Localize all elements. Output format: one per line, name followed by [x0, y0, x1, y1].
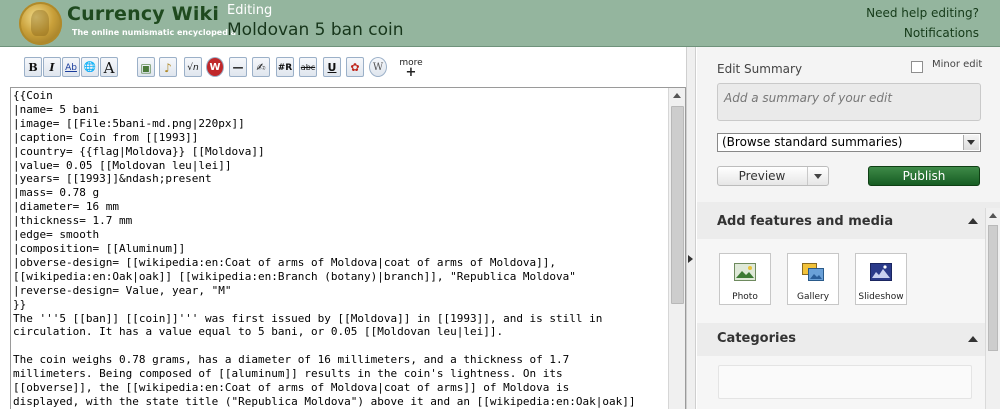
math-icon[interactable]: √n — [184, 57, 202, 77]
media-icon[interactable]: ♪ — [159, 57, 177, 77]
standard-summaries-select[interactable]: (Browse standard summaries) — [717, 133, 981, 152]
page-title[interactable]: Moldovan 5 ban coin — [227, 20, 404, 40]
wikipedia-icon[interactable]: W — [369, 57, 387, 77]
edit-summary-label: Edit Summary — [717, 62, 803, 76]
redirect-icon[interactable]: #R — [276, 57, 294, 77]
minor-edit-checkbox[interactable] — [911, 61, 923, 73]
site-tagline: The online numismatic encyclopedia — [72, 28, 237, 37]
standard-summaries-value: (Browse standard summaries) — [722, 135, 903, 149]
signature-icon[interactable]: ✍ — [252, 57, 270, 77]
photo-label: Photo — [732, 292, 758, 302]
side-panel-scrollbar[interactable] — [985, 208, 1000, 409]
preview-label: Preview — [738, 169, 786, 183]
panel-splitter[interactable] — [686, 47, 696, 409]
chevron-down-icon[interactable] — [963, 135, 979, 150]
publish-button[interactable]: Publish — [868, 166, 980, 186]
photo-icon — [734, 263, 756, 281]
editor-scroll-thumb[interactable] — [671, 106, 684, 304]
nowiki-icon[interactable]: W — [206, 57, 224, 77]
gallery-insert-icon[interactable]: ✿ — [346, 57, 364, 77]
gallery-icon — [802, 263, 824, 281]
italic-icon[interactable]: I — [43, 57, 61, 77]
bold-icon[interactable]: B — [24, 57, 42, 77]
preview-divider — [807, 167, 808, 185]
slideshow-label: Slideshow — [858, 292, 904, 302]
features-section-title[interactable]: Add features and media — [717, 214, 893, 229]
underline-icon[interactable]: U — [323, 57, 341, 77]
editing-label: Editing — [227, 3, 273, 18]
gallery-label: Gallery — [796, 292, 830, 302]
collapse-up-icon[interactable] — [968, 218, 978, 224]
strikethrough-icon[interactable]: abc — [299, 57, 317, 77]
coin-logo-icon[interactable] — [19, 2, 62, 45]
side-panel-scroll-thumb[interactable] — [988, 225, 998, 351]
wikitext-editor[interactable]: {{Coin |name= 5 bani |image= [[File:5ban… — [10, 87, 686, 409]
horizontal-line-icon[interactable]: — — [229, 57, 247, 77]
internal-link-icon[interactable]: Ab — [62, 57, 80, 77]
editor-scrollbar[interactable] — [668, 88, 685, 409]
categories-input[interactable] — [718, 365, 972, 399]
external-link-icon[interactable]: 🌐 — [81, 57, 99, 77]
notifications-link[interactable]: Notifications — [904, 26, 979, 40]
help-editing-link[interactable]: Need help editing? — [866, 6, 979, 20]
minor-edit-label[interactable]: Minor edit — [932, 59, 982, 70]
editor-content[interactable]: {{Coin |name= 5 bani |image= [[File:5ban… — [13, 89, 665, 409]
site-logo-title[interactable]: Currency Wiki — [67, 3, 219, 25]
categories-section-title[interactable]: Categories — [717, 331, 796, 346]
scroll-up-icon[interactable] — [989, 213, 997, 218]
collapse-panel-icon[interactable] — [688, 255, 693, 263]
image-icon[interactable]: ▣ — [137, 57, 155, 77]
slideshow-icon — [870, 263, 892, 281]
heading-icon[interactable]: A — [100, 57, 118, 77]
preview-button[interactable]: Preview — [717, 166, 829, 186]
edit-summary-input[interactable]: Add a summary of your edit — [717, 83, 981, 121]
scroll-up-icon[interactable] — [669, 88, 685, 104]
more-toolbar-button[interactable]: more + — [398, 58, 424, 80]
collapse-up-icon[interactable] — [968, 336, 978, 342]
preview-dropdown-icon[interactable] — [814, 174, 822, 179]
plus-icon: + — [405, 65, 417, 80]
